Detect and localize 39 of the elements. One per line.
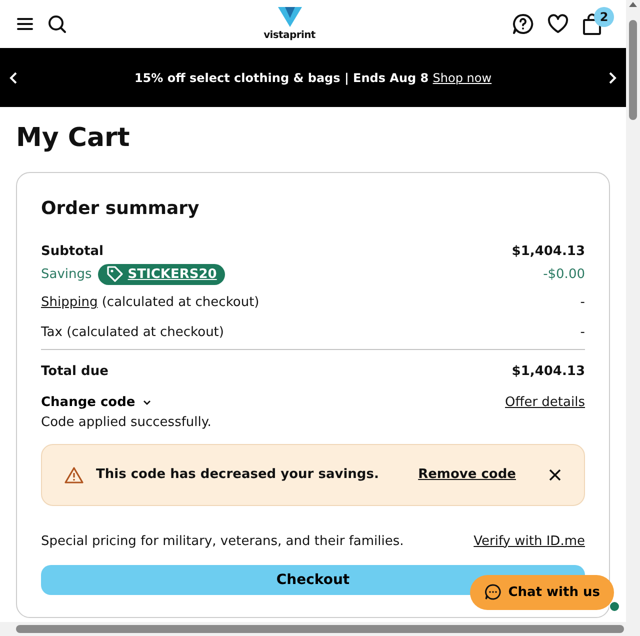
close-icon[interactable] <box>548 468 562 482</box>
savings-label: Savings <box>41 266 92 284</box>
line-value: $1,404.13 <box>512 243 585 262</box>
scrollbar-thumb[interactable] <box>16 625 624 633</box>
chat-button[interactable]: Chat with us <box>470 574 614 610</box>
scroll-up-icon[interactable] <box>628 0 638 8</box>
shipping-link[interactable]: Shipping <box>41 295 98 310</box>
heart-icon[interactable] <box>547 14 569 34</box>
total-value: $1,404.13 <box>512 362 585 381</box>
cart-count-badge: 2 <box>594 7 614 27</box>
alert-text: This code has decreased your savings. <box>96 466 380 484</box>
promo-text: 15% off select clothing & bags | Ends Aug 8 Shop now <box>134 70 492 86</box>
shopping-bag-icon[interactable] <box>582 13 602 35</box>
page-title: My Cart <box>16 123 131 154</box>
promo-code-tag[interactable]: STICKERS20 <box>98 264 225 286</box>
logo-text[interactable]: vistaprint <box>264 28 316 42</box>
line-label: Tax (calculated at checkout) <box>41 324 224 342</box>
tag-icon <box>106 265 124 284</box>
line-label: Subtotal <box>41 243 104 262</box>
line-value: - <box>580 324 585 342</box>
shop-now-link[interactable]: Shop now <box>432 70 492 84</box>
menu-icon[interactable] <box>16 16 34 32</box>
summary-title: Order summary <box>41 197 200 222</box>
offer-details-link[interactable]: Offer details <box>505 393 585 413</box>
chat-bubble-icon <box>484 583 502 602</box>
savings-value: -$0.00 <box>543 266 585 284</box>
change-code-toggle[interactable]: Change code <box>41 393 152 413</box>
logo-icon[interactable] <box>276 6 302 28</box>
help-icon[interactable] <box>512 13 534 35</box>
scrollbar-thumb[interactable] <box>629 20 637 120</box>
line-value: - <box>580 294 585 312</box>
code-status-text: Code applied successfully. <box>41 414 212 432</box>
total-label: Total due <box>41 362 108 381</box>
search-icon[interactable] <box>47 14 67 34</box>
warning-icon <box>64 466 84 484</box>
shipping-label: Shipping (calculated at checkout) <box>41 294 260 312</box>
remove-code-link[interactable]: Remove code <box>418 465 516 485</box>
military-text: Special pricing for military, veterans, and their families. <box>41 532 404 551</box>
verify-link[interactable]: Verify with ID.me <box>474 532 585 552</box>
